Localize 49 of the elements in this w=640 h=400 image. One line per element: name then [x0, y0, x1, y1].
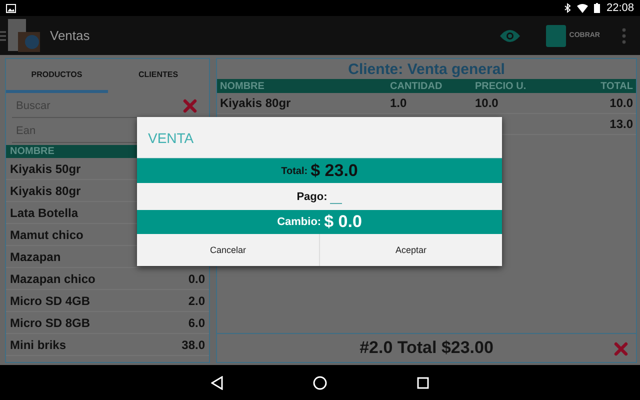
product-name: Mamut chico	[10, 228, 84, 242]
eye-icon[interactable]	[500, 30, 520, 42]
total-label: Total:	[281, 166, 308, 176]
product-row[interactable]: Mazapan chico 0.0	[6, 268, 209, 290]
clock-time: 22:08	[606, 2, 634, 14]
app-logo-icon	[0, 16, 42, 55]
table-cell-text: 13.0	[608, 117, 633, 131]
change-amount: $ 0.0	[324, 212, 362, 232]
recents-icon[interactable]	[417, 376, 429, 388]
table-cell-text: 10.0	[608, 96, 633, 110]
column-header: TOTAL	[600, 80, 633, 92]
image-icon	[6, 4, 16, 12]
delete-icon[interactable]	[614, 341, 628, 355]
sale-total: #2.0 Total $23.00	[360, 338, 494, 358]
product-row[interactable]: Micro SD 8GB 6.0	[6, 312, 209, 334]
product-name: Micro SD 4GB	[10, 294, 90, 308]
change-label: Cambio:	[277, 216, 322, 228]
table-cell-text: Kiyakis 80gr	[220, 96, 292, 110]
payment-label: Pago:	[296, 190, 328, 202]
back-icon[interactable]	[211, 376, 223, 390]
product-stock: 38.0	[182, 338, 205, 352]
battery-icon	[594, 3, 600, 13]
client-title: Cliente: Venta general	[347, 60, 506, 79]
product-name: Mazapan chico	[10, 272, 96, 286]
column-header: NOMBRE	[220, 80, 266, 92]
product-row[interactable]: Mini briks 38.0	[6, 334, 209, 356]
home-icon[interactable]	[313, 376, 327, 390]
product-name: Lata Botella	[10, 206, 78, 220]
product-name: Kiyakis 80gr	[10, 184, 81, 198]
product-name: Micro SD 8GB	[10, 316, 90, 330]
column-header: CANTIDAD	[390, 80, 444, 92]
cancel-button[interactable]: Cancelar	[137, 234, 319, 266]
accept-button[interactable]: Aceptar	[319, 234, 502, 266]
total-amount: $ 23.0	[310, 161, 358, 181]
product-name: Mazapan	[10, 250, 61, 264]
app-title: Ventas	[50, 28, 90, 43]
wifi-icon	[577, 4, 588, 12]
table-cell-text: 1.0	[390, 96, 408, 110]
column-header: PRECIO U.	[475, 80, 528, 92]
product-stock: 2.0	[188, 294, 205, 308]
product-stock: 0.0	[188, 272, 205, 286]
product-name: Kiyakis 50gr	[10, 162, 81, 176]
table-cell-text: 10.0	[475, 96, 500, 110]
product-stock: 6.0	[188, 316, 205, 330]
product-row[interactable]: Micro SD 4GB 2.0	[6, 290, 209, 312]
clear-icon[interactable]	[183, 99, 197, 113]
more-icon[interactable]	[622, 28, 626, 44]
bluetooth-icon	[564, 3, 572, 13]
product-name: Mini briks	[10, 338, 66, 352]
